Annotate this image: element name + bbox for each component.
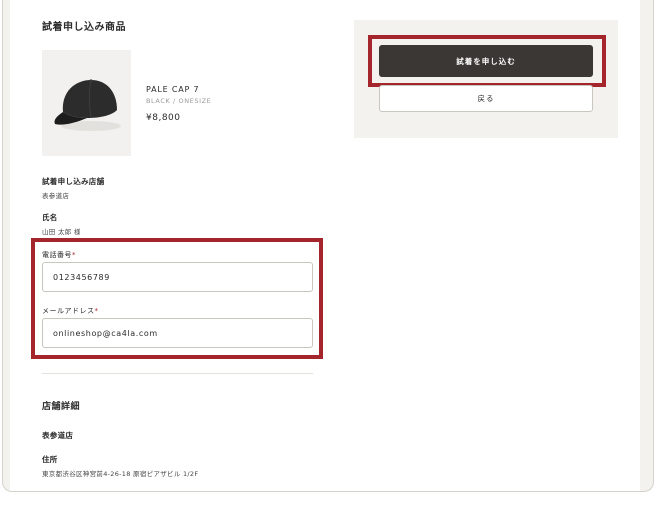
- store-detail-title: 店舗詳細: [42, 402, 81, 412]
- required-mark: *: [94, 307, 99, 315]
- product-name: PALE CAP 7: [146, 85, 200, 94]
- product-image: [42, 50, 131, 156]
- store-detail-name: 表参道店: [42, 431, 74, 440]
- divider: [42, 373, 313, 374]
- address-value: 東京都渋谷区神宮前4-26-18 原宿ピアザビル 1/2F: [42, 470, 199, 478]
- black-cap-image: [53, 79, 121, 131]
- product-price: ¥8,800: [146, 113, 181, 123]
- email-label-text: メールアドレス: [42, 307, 95, 315]
- main-content: 試着申し込み商品 PALE CAP 7 BLACK / ONESIZE ¥8,8…: [10, 0, 640, 491]
- store-label: 試着申し込み店舗: [42, 177, 105, 186]
- email-label: メールアドレス*: [42, 306, 99, 316]
- section-title: 試着申し込み商品: [42, 22, 126, 33]
- submit-trial-button[interactable]: 試着を申し込む: [379, 45, 593, 77]
- store-value: 表参道店: [42, 192, 70, 200]
- page-frame: 試着申し込み商品 PALE CAP 7 BLACK / ONESIZE ¥8,8…: [2, 0, 654, 492]
- phone-input[interactable]: [42, 262, 313, 292]
- phone-label: 電話番号*: [42, 250, 76, 260]
- address-label: 住所: [42, 455, 58, 464]
- product-variant: BLACK / ONESIZE: [146, 97, 212, 105]
- action-panel: 試着を申し込む 戻る: [354, 20, 618, 138]
- name-value: 山田 太郎 様: [42, 228, 81, 236]
- phone-label-text: 電話番号: [42, 251, 72, 259]
- name-label: 氏名: [42, 213, 58, 222]
- email-input[interactable]: [42, 318, 313, 348]
- back-button[interactable]: 戻る: [379, 85, 593, 112]
- required-mark: *: [72, 251, 76, 259]
